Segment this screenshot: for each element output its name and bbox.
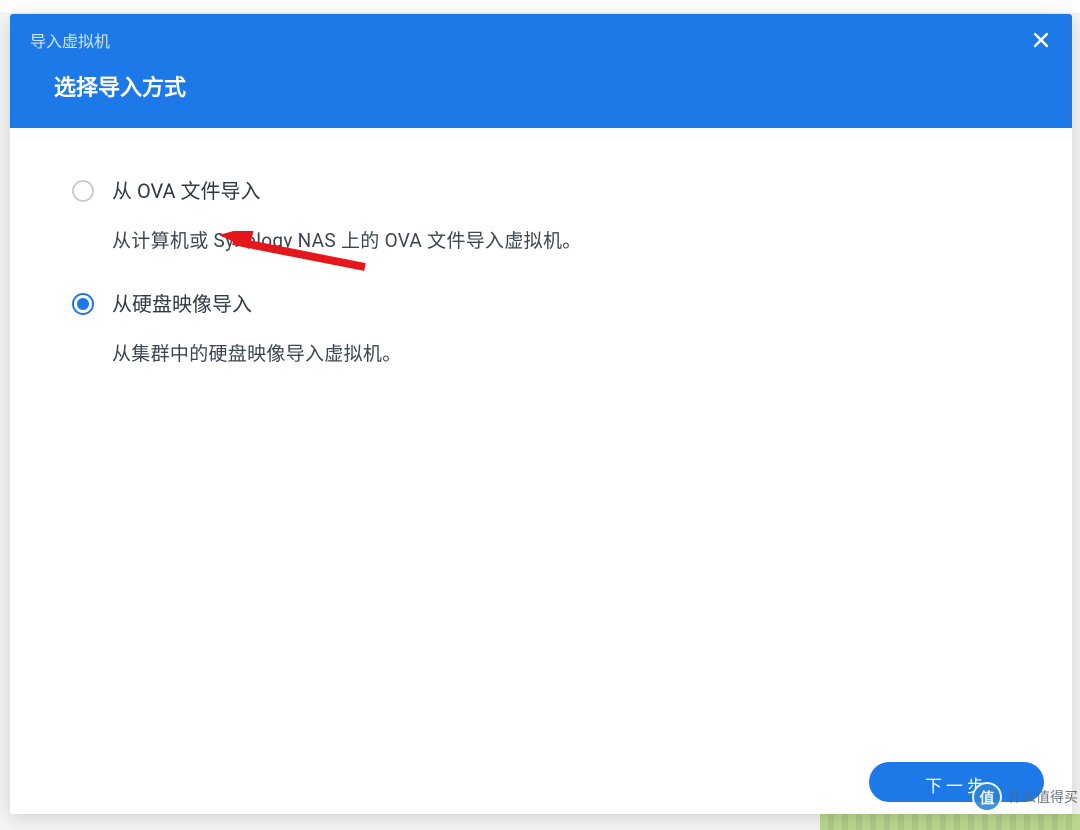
option-disk-image-label: 从硬盘映像导入 <box>112 291 402 317</box>
option-ova-import[interactable]: 从 OVA 文件导入 从计算机或 Synology NAS 上的 OVA 文件导… <box>72 178 1010 253</box>
radio-ova[interactable] <box>72 180 94 202</box>
dialog-footer: 下一步 <box>10 762 1072 814</box>
watermark-badge-icon: 值 <box>972 782 1002 812</box>
option-ova-label: 从 OVA 文件导入 <box>112 178 582 204</box>
background-top-strip <box>0 0 1080 14</box>
watermark-text: 什么值得买 <box>1008 787 1078 807</box>
import-vm-dialog: 导入虚拟机 选择导入方式 从 OVA 文件导入 从计算机或 Synology N… <box>10 14 1072 814</box>
background-bottom-strip <box>820 814 1080 830</box>
dialog-subtitle: 选择导入方式 <box>10 58 1072 128</box>
option-disk-image-description: 从集群中的硬盘映像导入虚拟机。 <box>112 339 402 366</box>
close-icon[interactable] <box>1030 29 1052 51</box>
dialog-titlebar: 导入虚拟机 <box>10 14 1072 58</box>
dialog-header: 导入虚拟机 选择导入方式 <box>10 14 1072 128</box>
watermark: 值 什么值得买 <box>972 782 1078 812</box>
option-disk-image-text: 从硬盘映像导入 从集群中的硬盘映像导入虚拟机。 <box>112 291 402 366</box>
radio-disk-image[interactable] <box>72 293 94 315</box>
dialog-title: 导入虚拟机 <box>30 28 110 52</box>
option-disk-image-import[interactable]: 从硬盘映像导入 从集群中的硬盘映像导入虚拟机。 <box>72 291 1010 366</box>
dialog-body: 从 OVA 文件导入 从计算机或 Synology NAS 上的 OVA 文件导… <box>10 128 1072 762</box>
option-ova-text: 从 OVA 文件导入 从计算机或 Synology NAS 上的 OVA 文件导… <box>112 178 582 253</box>
option-ova-description: 从计算机或 Synology NAS 上的 OVA 文件导入虚拟机。 <box>112 226 582 253</box>
import-method-options: 从 OVA 文件导入 从计算机或 Synology NAS 上的 OVA 文件导… <box>72 178 1010 366</box>
